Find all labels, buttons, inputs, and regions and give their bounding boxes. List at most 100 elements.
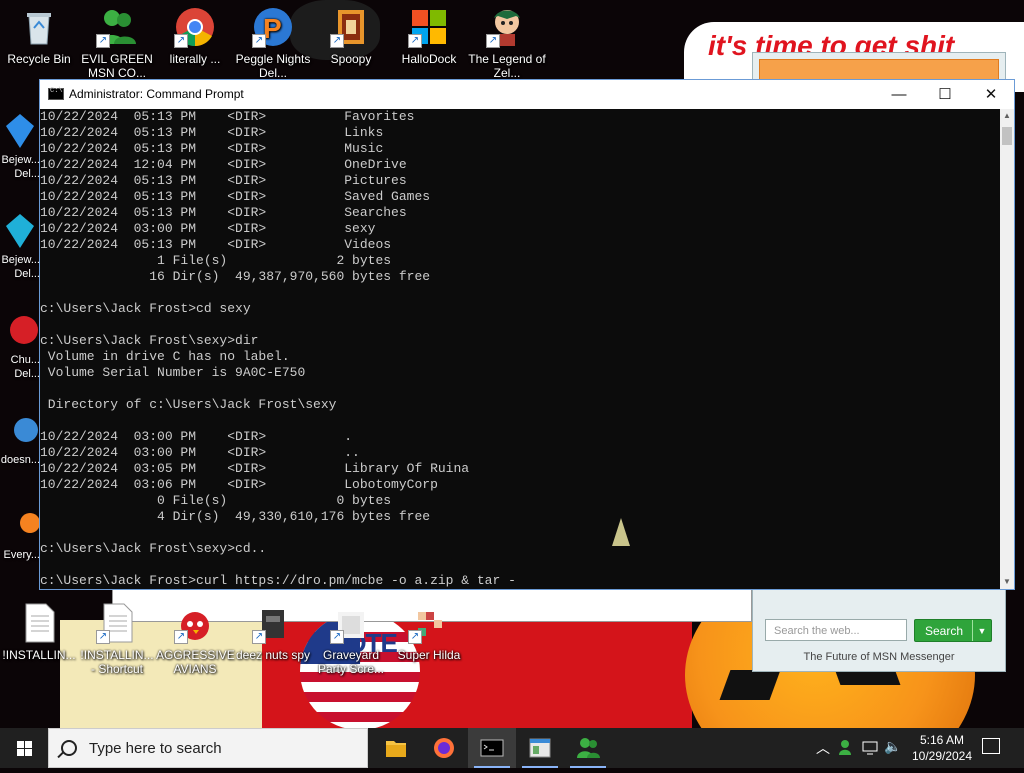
msn-search-button-label: Search: [924, 624, 964, 638]
taskbar-app-firefox[interactable]: [420, 728, 468, 768]
command-prompt-window[interactable]: Administrator: Command Prompt — ☐ ✕ 10/2…: [39, 79, 1015, 590]
console-line: 1 File(s) 2 bytes: [40, 253, 392, 268]
desktop-icon-label: Chu... Del...: [10, 354, 40, 380]
desktop-icon-graveyard-party[interactable]: ↗ Graveyard Party Scre...: [312, 602, 390, 676]
console-line: c:\Users\Jack Frost>cd sexy: [40, 301, 251, 316]
desktop-icon-label: Peggle Nights Del...: [235, 52, 311, 80]
volume-icon[interactable]: 🔈: [884, 738, 901, 755]
command-prompt-icon: [48, 87, 64, 100]
msn-search-input[interactable]: Search the web...: [765, 619, 907, 641]
console-line: 4 Dir(s) 49,330,610,176 bytes free: [40, 509, 431, 524]
desktop-icon-chuzzle[interactable]: Chu... Del...: [0, 310, 40, 381]
graveyard-icon: ↗: [330, 602, 372, 644]
console-line: 10/22/2024 03:00 PM <DIR> ..: [40, 445, 360, 460]
console-line: 10/22/2024 05:13 PM <DIR> Videos: [40, 237, 392, 252]
app-icon: [14, 418, 38, 442]
start-button[interactable]: [0, 728, 48, 768]
scrollbar-thumb[interactable]: [1002, 127, 1012, 145]
bejeweled-icon: [6, 214, 34, 248]
chevron-up-icon[interactable]: ︿: [816, 738, 830, 758]
app-icon: [20, 513, 40, 533]
taskbar-app-file-explorer[interactable]: [372, 728, 420, 768]
desktop-icon-legend[interactable]: ↗ The Legend of Zel...: [468, 6, 546, 80]
msn-buddy-icon[interactable]: [838, 738, 856, 756]
maximize-button[interactable]: ☐: [922, 80, 968, 109]
chevron-down-icon[interactable]: ▼: [972, 620, 991, 641]
desktop-icon-every[interactable]: Every...: [0, 505, 40, 562]
desktop-icon-chrome[interactable]: ↗ literally ...: [156, 6, 234, 66]
window-titlebar[interactable]: Administrator: Command Prompt — ☐ ✕: [40, 80, 1014, 109]
search-icon: [61, 740, 77, 756]
msn-search-button[interactable]: Search ▼: [914, 619, 992, 642]
desktop-icon-installin[interactable]: !INSTALLIN...: [0, 602, 78, 662]
taskbar: Type here to search ︿ 🔈 5:16 AM 10/29/20…: [0, 728, 1024, 768]
spoopy-icon: ↗: [330, 6, 372, 48]
document-icon: ↗: [96, 602, 138, 644]
console-line: 10/22/2024 05:13 PM <DIR> Favorites: [40, 109, 415, 124]
firefox-icon: [434, 738, 454, 758]
desktop-icon-label: Super Hilda: [397, 648, 461, 662]
desktop-icon-label: AGGRESSIVE AVIANS: [156, 648, 235, 676]
window-title: Administrator: Command Prompt: [69, 87, 244, 101]
console-line: 10/22/2024 05:13 PM <DIR> Music: [40, 141, 384, 156]
console-line: 0 File(s) 0 bytes: [40, 493, 392, 508]
desktop-icon-label: Recycle Bin: [7, 52, 71, 66]
desktop-icon-recycle-bin[interactable]: Recycle Bin: [0, 6, 78, 66]
console-line: 10/22/2024 03:06 PM <DIR> LobotomyCorp: [40, 477, 438, 492]
console-output[interactable]: 10/22/2024 05:13 PM <DIR> Favorites 10/22…: [40, 109, 1000, 589]
desktop-icon-super-hilda[interactable]: ↗ Super Hilda: [390, 602, 468, 662]
taskbar-search-box[interactable]: Type here to search: [48, 728, 368, 768]
taskbar-search-placeholder: Type here to search: [89, 740, 222, 757]
console-line: Volume in drive C has no label.: [40, 349, 290, 364]
desktop-icon-doesn[interactable]: doesn...: [0, 410, 40, 467]
system-tray: ︿ 🔈: [814, 728, 904, 768]
taskbar-app-window[interactable]: [516, 728, 564, 768]
file-explorer-icon: [386, 741, 406, 757]
desktop-icon-label: !INSTALLIN... - Shortcut: [80, 648, 154, 676]
desktop-icon-label: Spoopy: [330, 52, 372, 66]
desktop-icon-label: Graveyard Party Scre...: [317, 648, 385, 676]
desktop-icon-aggressive-avians[interactable]: ↗ AGGRESSIVE AVIANS: [156, 602, 235, 676]
mouse-cursor: [612, 518, 630, 546]
desktop-icon-label: HalloDock: [401, 52, 457, 66]
bejeweled-icon: [6, 114, 34, 148]
taskbar-app-command-prompt[interactable]: [468, 728, 516, 768]
clock-date: 10/29/2024: [911, 749, 973, 763]
desktop-icon-deez-nuts-spy[interactable]: ↗ deez nuts spy: [234, 602, 312, 662]
notification-icon[interactable]: [982, 738, 1000, 754]
scroll-up-icon[interactable]: ▲: [1000, 109, 1014, 123]
desktop-icon-label: deez nuts spy: [235, 648, 311, 662]
desktop-icon-evil-green-msn[interactable]: ↗ EVIL GREEN MSN CO...: [78, 6, 156, 80]
spy-icon: ↗: [252, 602, 294, 644]
msn-buddy-icon: [577, 738, 600, 758]
console-line: 10/22/2024 05:13 PM <DIR> Saved Games: [40, 189, 431, 204]
desktop-icon-bejeweled-2[interactable]: Bejew... Del...: [0, 210, 40, 281]
chuzzle-icon: [10, 316, 38, 344]
console-line: c:\Users\Jack Frost\sexy>dir: [40, 333, 259, 348]
desktop-icon-label: literally ...: [169, 52, 221, 66]
taskbar-clock[interactable]: 5:16 AM 10/29/2024: [906, 732, 978, 764]
desktop-icon-installin-shortcut[interactable]: ↗ !INSTALLIN... - Shortcut: [78, 602, 156, 676]
pixel-game-icon: ↗: [408, 602, 450, 644]
minimize-button[interactable]: —: [876, 80, 922, 109]
windows-logo-icon: ↗: [408, 6, 450, 48]
console-line: 10/22/2024 12:04 PM <DIR> OneDrive: [40, 157, 407, 172]
network-icon[interactable]: [862, 740, 880, 756]
msn-footer-text: The Future of MSN Messenger: [803, 651, 955, 663]
vertical-scrollbar[interactable]: ▲ ▼: [1000, 109, 1014, 589]
scroll-down-icon[interactable]: ▼: [1000, 575, 1014, 589]
console-line: Volume Serial Number is 9A0C-E750: [40, 365, 306, 380]
console-line: 16 Dir(s) 49,387,970,560 bytes free: [40, 269, 431, 284]
desktop-icon-hallodock[interactable]: ↗ HalloDock: [390, 6, 468, 66]
peggle-icon: P ↗: [252, 6, 294, 48]
desktop-icon-spoopy[interactable]: ↗ Spoopy: [312, 6, 390, 66]
desktop-icon-peggle[interactable]: P ↗ Peggle Nights Del...: [234, 6, 312, 80]
close-button[interactable]: ✕: [968, 80, 1014, 109]
console-line: 10/22/2024 03:00 PM <DIR> sexy: [40, 221, 376, 236]
desktop-icon-bejeweled-1[interactable]: Bejew... Del...: [0, 110, 40, 181]
document-icon: [18, 602, 60, 644]
taskbar-app-msn[interactable]: [564, 728, 612, 768]
